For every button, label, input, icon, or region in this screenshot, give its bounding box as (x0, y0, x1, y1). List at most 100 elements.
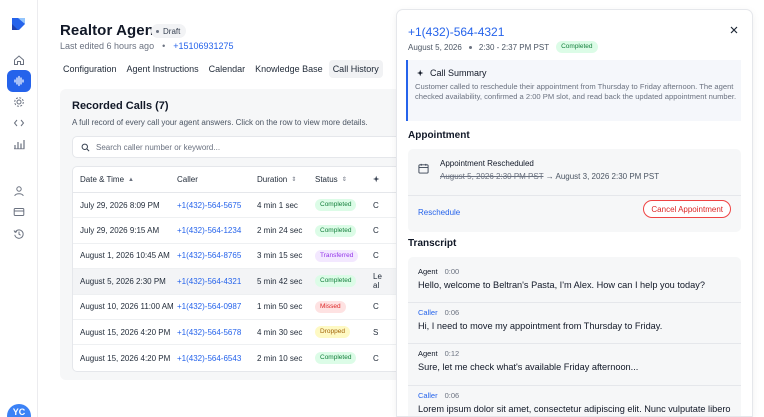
cell-caller[interactable]: +1(432)-564-0987 (177, 302, 257, 311)
tab-calendar[interactable]: Calendar (205, 60, 250, 78)
table-row[interactable]: August 10, 2026 11:00 AM +1(432)-564-0987… (73, 295, 411, 320)
history-icon[interactable] (11, 226, 27, 242)
table-row[interactable]: August 15, 2026 4:20 PM +1(432)-564-5678 4… (73, 320, 411, 346)
user-avatar[interactable]: YC (7, 404, 31, 417)
cell-status: Completed (315, 224, 373, 237)
appointment-heading: Appointment (408, 130, 470, 141)
voice-agent-icon[interactable] (7, 70, 31, 92)
cell-caller[interactable]: +1(432)-564-6543 (177, 354, 257, 363)
app-rail: YC (0, 0, 38, 417)
cell-summary: C (373, 353, 379, 363)
table-row[interactable]: July 29, 2026 9:15 AM +1(432)-564-1234 2 m… (73, 218, 411, 244)
status-badge: Transferred (315, 249, 359, 262)
detail-meta: August 5, 2026 2:30 - 2:37 PM PST Comple… (408, 41, 598, 53)
column-date[interactable]: Date & Time ▲ (73, 175, 177, 184)
recorded-calls-card: Recorded Calls (7) A full record of ever… (60, 89, 420, 380)
cancel-appointment-button[interactable]: Cancel Appointment (643, 200, 731, 218)
call-summary: Call Summary Customer called to reschedu… (406, 60, 741, 121)
divider (408, 385, 741, 386)
tab-call-history[interactable]: Call History (328, 60, 383, 78)
reschedule-button[interactable]: Reschedule (418, 208, 460, 217)
cell-summary: C (373, 302, 379, 312)
appointment-new-time: August 3, 2026 2:30 PM PST (555, 172, 660, 181)
billing-icon[interactable] (11, 204, 27, 220)
status-badge: Draft (151, 24, 187, 38)
call-summary-heading: Call Summary (417, 68, 487, 78)
user-icon[interactable] (11, 183, 27, 199)
transcript-message: Sure, let me check what's available Frid… (418, 362, 639, 372)
transcript-card: Agent 0:00 Hello, welcome to Beltran's Pas… (408, 257, 741, 416)
transcript-turn: Agent 0:00 Hello, welcome to Beltran's Pas… (418, 267, 705, 290)
table-header: Date & Time ▲ Caller Duration ⇕ Status ⇕ (73, 167, 411, 193)
cell-summary: S (373, 327, 379, 337)
detail-time: 2:30 - 2:37 PM PST (478, 42, 550, 52)
search-icon (81, 143, 90, 151)
cell-status: Transferred (315, 249, 373, 262)
table-row[interactable]: August 1, 2026 10:45 AM +1(432)-564-8765 3… (73, 244, 411, 270)
divider (408, 302, 741, 303)
agent-phone-link[interactable]: +15106931275 (173, 41, 233, 51)
settings-icon[interactable] (11, 94, 27, 110)
cell-status: Missed (315, 300, 373, 313)
cell-duration: 2 min 10 sec (257, 353, 303, 363)
cell-duration: 4 min 30 sec (257, 327, 303, 337)
transcript-heading: Transcript (408, 238, 457, 249)
search-box (72, 136, 412, 158)
cell-summary: Le al (373, 272, 382, 291)
cell-caller[interactable]: +1(432)-564-5678 (177, 328, 257, 337)
app-logo-icon[interactable] (9, 14, 29, 34)
column-status[interactable]: Status ⇕ (315, 175, 373, 184)
table-row[interactable]: July 29, 2026 8:09 PM +1(432)-564-5675 4 m… (73, 193, 411, 219)
cell-status: Completed (315, 275, 373, 288)
cell-caller[interactable]: +1(432)-564-5675 (177, 201, 257, 210)
cell-duration: 1 min 50 sec (257, 302, 303, 312)
column-caller: Caller (177, 175, 198, 184)
cell-status: Completed (315, 352, 373, 365)
transcript-message: Hi, I need to move my appointment from T… (418, 321, 663, 331)
close-icon[interactable] (728, 24, 740, 36)
cell-caller[interactable]: +1(432)-564-8765 (177, 251, 257, 260)
analytics-icon[interactable] (11, 136, 27, 152)
code-icon[interactable] (11, 115, 27, 131)
cell-date: August 10, 2026 11:00 AM (80, 302, 174, 312)
appointment-card: Appointment Rescheduled August 5, 2026 2… (408, 149, 741, 232)
status-badge: Completed (315, 224, 357, 237)
cell-status: Dropped (315, 326, 373, 339)
status-badge: Missed (315, 300, 346, 313)
separator-dot: • (162, 41, 166, 51)
transcript-turn: Caller 0:06 Hi, I need to move my appointm… (418, 308, 662, 331)
cell-date: August 15, 2026 4:20 PM (80, 327, 171, 337)
search-input[interactable] (96, 142, 396, 152)
arrow-right-icon: → (545, 172, 554, 181)
detail-status-badge: Completed (556, 41, 598, 53)
cell-date: July 29, 2026 9:15 AM (80, 226, 160, 236)
calls-table: Date & Time ▲ Caller Duration ⇕ Status ⇕ Ju… (72, 166, 412, 372)
detail-caller-phone[interactable]: +1(432)-564-4321 (408, 25, 504, 39)
cell-status: Completed (315, 199, 373, 212)
cell-date: August 5, 2026 2:30 PM (80, 276, 166, 286)
appointment-change: August 5, 2026 2:30 PM PST → August 3, 2… (440, 172, 659, 181)
cell-summary: C (373, 226, 379, 236)
page-title: Realtor Agent (60, 22, 160, 39)
cell-caller[interactable]: +1(432)-564-4321 (177, 277, 257, 286)
column-duration[interactable]: Duration ⇕ (257, 175, 315, 184)
table-row[interactable]: August 15, 2026 4:20 PM +1(432)-564-6543 2… (73, 345, 411, 370)
status-dot-icon (156, 29, 159, 33)
table-row[interactable]: August 5, 2026 2:30 PM +1(432)-564-4321 5 … (73, 269, 411, 295)
agent-meta: Last edited 6 hours ago • +15106931275 (60, 41, 234, 51)
calendar-icon (418, 163, 429, 174)
status-badge: Completed (315, 275, 357, 288)
tab-knowledge-base[interactable]: Knowledge Base (251, 60, 327, 78)
transcript-turn: Caller 0:06 Lorem ipsum dolor sit amet, co… (418, 391, 731, 414)
home-icon[interactable] (11, 52, 27, 68)
transcript-speaker: Agent 0:00 (418, 267, 460, 276)
tab-configuration[interactable]: Configuration (59, 60, 121, 78)
sort-icon: ⇕ (291, 177, 297, 184)
cell-caller[interactable]: +1(432)-564-1234 (177, 226, 257, 235)
table-body: July 29, 2026 8:09 PM +1(432)-564-5675 4 m… (73, 193, 411, 371)
transcript-speaker: Agent 0:12 (418, 349, 460, 358)
sparkle-icon (417, 69, 424, 77)
separator-dot (468, 45, 472, 49)
cell-date: July 29, 2026 8:09 PM (80, 200, 160, 210)
tab-agent-instructions[interactable]: Agent Instructions (123, 60, 203, 78)
